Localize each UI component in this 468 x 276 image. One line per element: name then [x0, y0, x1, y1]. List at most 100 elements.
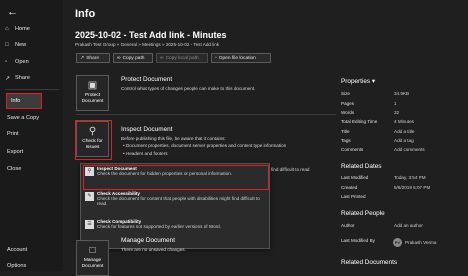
divider [76, 114, 336, 115]
menu-item-desc: Check for features not supported by earl… [97, 224, 222, 229]
date-value: Today, 3:54 PM [394, 175, 426, 180]
property-key: Tags [341, 138, 351, 143]
date-key: Last Printed [341, 194, 366, 199]
properties-header-label: Properties [341, 78, 371, 85]
highlight-box [83, 165, 269, 190]
folder-icon: ▫ [215, 55, 217, 61]
lock-icon: ▣ [87, 80, 98, 91]
property-value: 34.9KB [394, 91, 410, 96]
copy-local-path-button[interactable]: ∞ Copy local path [156, 53, 208, 63]
date-key: Last Modified [341, 175, 369, 180]
sidebar-item-label: Print [7, 131, 19, 137]
breadcrumb[interactable]: Prakash Test Group » General » Meetings … [75, 42, 219, 47]
date-key: Created [341, 185, 358, 190]
modified-by-key: Last Modified By [341, 238, 375, 243]
sidebar-item-print[interactable]: Print [5, 127, 59, 141]
check-for-issues-button[interactable]: ⚲ Check for Issues [76, 121, 109, 157]
copy-path-button[interactable]: ∞ Copy path [113, 53, 153, 63]
document-title: 2025-10-02 - Test Add link - Minutes [75, 30, 227, 40]
sidebar-item-share[interactable]: ↗ Share [5, 71, 59, 85]
sidebar-item-label: Close [7, 166, 22, 172]
link-icon: ∞ [117, 55, 121, 61]
protect-button-label-2: Document [81, 98, 104, 104]
sidebar-item-open[interactable]: ▫ Open [5, 55, 59, 69]
sidebar-item-label: Open [15, 59, 29, 65]
backstage-sidebar: ← ⌂ Home □ New ▫ Open ↗ Share Info Save … [0, 0, 63, 271]
property-key: Words [341, 110, 355, 115]
check-for-issues-menu: ⚲ Inspect Document Check the document fo… [80, 163, 270, 249]
share-button[interactable]: ↗ Share [76, 53, 110, 63]
new-document-icon: □ [5, 42, 9, 48]
inspect-bullet-text: Headers and footers [125, 151, 168, 156]
sidebar-item-info[interactable]: Info [6, 93, 42, 109]
info-pane: Info 2025-10-02 - Test Add link - Minute… [63, 0, 468, 276]
sidebar-item-label: Save a Copy [7, 115, 40, 121]
sidebar-item-label: New [15, 42, 27, 48]
property-value: 32 [394, 110, 400, 115]
sidebar-item-label: Info [11, 98, 21, 104]
inspect-document-title: Inspect Document [121, 126, 173, 133]
back-arrow-icon[interactable]: ← [7, 6, 18, 18]
inspect-icon: ⚲ [88, 126, 97, 137]
sidebar-item-account[interactable]: Account [5, 243, 59, 257]
copy-local-path-label: Copy local path [165, 55, 199, 61]
sidebar-item-close[interactable]: Close [5, 162, 59, 176]
share-icon: ↗ [80, 55, 85, 61]
manage-document-desc: There are no unsaved changes. [121, 247, 186, 252]
chevron-down-icon: ▾ [371, 78, 376, 85]
property-key: Pages [341, 101, 355, 106]
share-button-label: Share [86, 55, 100, 61]
sidebar-item-label: Home [15, 26, 30, 32]
property-value: 4 Minutes [394, 119, 414, 124]
sidebar-item-export[interactable]: Export [5, 145, 59, 159]
related-documents-header: Related Documents [341, 259, 398, 266]
protect-document-title: Protect Document [121, 76, 173, 83]
sidebar-item-label: Export [7, 149, 24, 155]
property-value: 1 [394, 101, 397, 106]
manage-button-label-2: Document [81, 263, 104, 269]
inspect-bullet: • Headers and footers [123, 151, 168, 156]
inspect-bullet: • Document properties, document server p… [123, 143, 287, 148]
property-key: Title [341, 129, 350, 134]
link-icon: ∞ [160, 55, 164, 61]
home-icon: ⌂ [5, 26, 9, 32]
menu-item-check-compatibility[interactable]: ☰ Check Compatibility Check for features… [85, 219, 265, 243]
check-issues-label-2: Issues [85, 144, 100, 150]
menu-item-check-accessibility[interactable]: ✎ Check Accessibility Check the document… [85, 191, 265, 215]
sidebar-item-new[interactable]: □ New [5, 38, 59, 52]
avatar[interactable]: PV [393, 238, 402, 247]
property-key: Total Editing Time [341, 119, 378, 124]
author-key: Author [341, 223, 355, 228]
sidebar-item-save-a-copy[interactable]: Save a Copy [5, 111, 59, 125]
protect-document-button[interactable]: ▣ Protect Document [76, 75, 109, 111]
sidebar-item-label: Share [15, 75, 30, 81]
accessibility-icon: ✎ [85, 192, 94, 201]
compatibility-icon: ☰ [85, 220, 94, 229]
page-title: Info [75, 8, 96, 20]
menu-item-desc: Check the document for content that peop… [97, 196, 260, 207]
inspect-document-desc: Before publishing this file, be aware th… [121, 136, 226, 141]
date-value: 5/6/2019 5:07 PM [394, 185, 431, 190]
open-file-location-button[interactable]: ▫ Open file location [211, 53, 271, 63]
property-key: Comments [341, 147, 364, 152]
share-icon: ↗ [5, 75, 11, 82]
copy-path-label: Copy path [122, 55, 145, 61]
comments-field[interactable]: Add comments [394, 147, 425, 152]
add-author-field[interactable]: Add an author [394, 223, 423, 228]
sidebar-item-label: Options [7, 263, 27, 269]
related-dates-header: Related Dates [341, 163, 382, 170]
manage-document-title: Manage Document [121, 237, 175, 244]
sidebar-divider [5, 89, 59, 90]
properties-header[interactable]: Properties ▾ [341, 77, 375, 85]
open-file-location-label: Open file location [218, 55, 256, 61]
protect-document-desc: Control what types of changes people can… [121, 86, 256, 91]
tags-field[interactable]: Add a tag [394, 138, 414, 143]
manage-document-icon: □ [89, 245, 96, 256]
property-key: Size [341, 91, 350, 96]
title-field[interactable]: Add a title [394, 129, 414, 134]
sidebar-item-home[interactable]: ⌂ Home [5, 22, 59, 36]
inspect-partial-text: find difficult to read [271, 167, 310, 172]
inspect-bullet-text: Document properties, document server pro… [125, 143, 287, 148]
sidebar-item-label: Account [7, 247, 28, 253]
modified-by-value[interactable]: Prakash Verma [405, 240, 436, 245]
